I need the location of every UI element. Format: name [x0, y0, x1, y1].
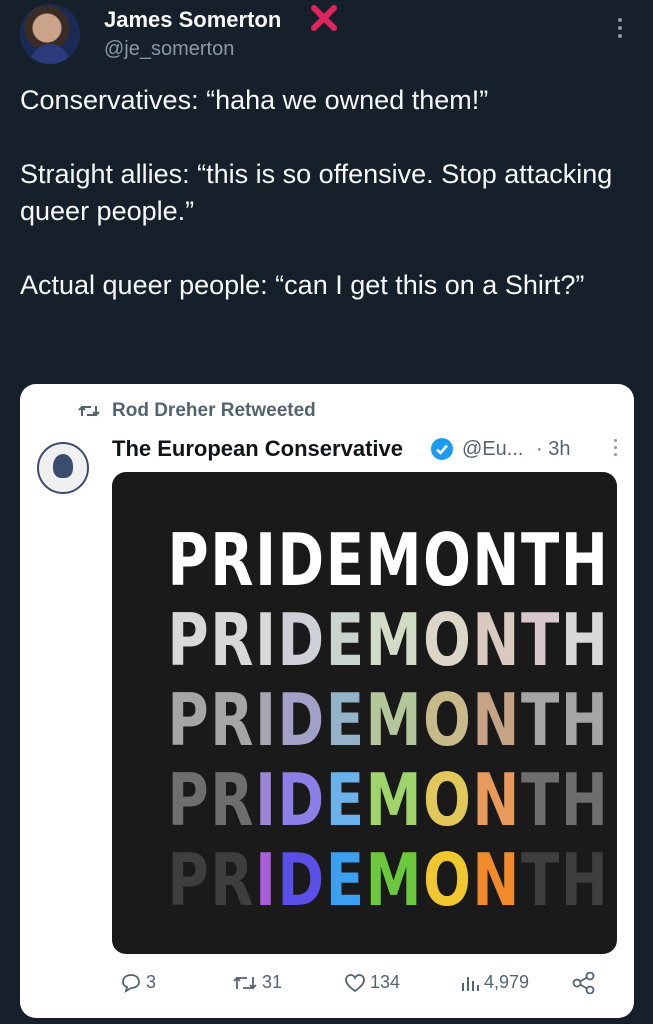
pridemonth-letter: I [255, 678, 278, 762]
quoted-author-avatar[interactable] [37, 442, 89, 494]
action-bar: 3 31 134 4,979 [20, 972, 634, 1000]
pridemonth-row-4: PRIDEMONTH [167, 758, 608, 842]
tweet-text: Conservatives: “haha we owned them!” Str… [20, 82, 630, 304]
pridemonth-letter: O [423, 518, 473, 602]
pridemonth-letter: N [472, 598, 521, 682]
share-button[interactable] [572, 972, 600, 994]
pridemonth-letter: H [560, 518, 610, 602]
pridemonth-letter: M [365, 518, 424, 602]
pridemonth-letter: T [520, 678, 561, 762]
pridemonth-letter: P [167, 598, 211, 682]
pridemonth-letter: M [365, 598, 424, 682]
share-icon [572, 972, 595, 994]
pridemonth-letter: I [255, 598, 278, 682]
pridemonth-letter: H [560, 598, 610, 682]
pridemonth-letter: E [325, 758, 366, 842]
pridemonth-letter: E [325, 598, 366, 682]
pridemonth-letter: N [472, 758, 521, 842]
reply-button[interactable]: 3 [120, 972, 156, 993]
pridemonth-letter: I [255, 758, 278, 842]
pridemonth-letter: R [210, 838, 256, 922]
pridemonth-letter: E [325, 838, 366, 922]
pridemonth-row-3: PRIDEMONTH [167, 678, 608, 762]
retweet-icon [78, 405, 100, 417]
pridemonth-letter: R [210, 518, 256, 602]
pridemonth-letter: H [560, 678, 610, 762]
reply-icon [122, 973, 140, 993]
tweet-line-2: Straight allies: “this is so offensive. … [20, 159, 613, 226]
quoted-more-icon[interactable] [612, 439, 618, 461]
cross-mark-icon [311, 5, 337, 31]
pridemonth-letter: R [210, 678, 256, 762]
pridemonth-row-1: PRIDEMONTH [167, 518, 608, 602]
pridemonth-letter: I [255, 518, 278, 602]
pridemonth-letter: H [560, 758, 610, 842]
like-count: 134 [370, 972, 401, 992]
retweeted-by-label[interactable]: Rod Dreher Retweeted [112, 400, 316, 422]
pridemonth-letter: P [167, 838, 211, 922]
pridemonth-letter: T [520, 518, 561, 602]
views-button[interactable]: 4,979 [460, 972, 529, 993]
retweet-action-icon [233, 976, 257, 989]
pridemonth-letter: O [423, 678, 473, 762]
author-name[interactable]: James Somerton [104, 7, 281, 33]
pridemonth-letter: I [255, 838, 278, 922]
quoted-tweet-card[interactable]: Rod Dreher Retweeted The European Conser… [20, 384, 634, 1018]
pridemonth-letter: R [210, 598, 256, 682]
pridemonth-letter: E [325, 518, 366, 602]
pridemonth-letter: D [277, 678, 326, 762]
pridemonth-letter: T [520, 598, 561, 682]
author-avatar[interactable] [20, 4, 80, 64]
pridemonth-letter: N [472, 678, 521, 762]
quoted-author-name[interactable]: The European Conservative [112, 436, 403, 462]
quoted-author-handle[interactable]: @Eu... [462, 438, 523, 461]
pridemonth-letter: D [277, 598, 326, 682]
pridemonth-letter: T [520, 758, 561, 842]
views-chart-icon [462, 976, 479, 991]
pridemonth-row-5: PRIDEMONTH [167, 838, 608, 922]
pridemonth-letter: T [520, 838, 561, 922]
pridemonth-row-2: PRIDEMONTH [167, 598, 608, 682]
retweet-count: 31 [262, 972, 283, 992]
pridemonth-letter: D [277, 518, 326, 602]
pridemonth-letter: N [472, 518, 521, 602]
pridemonth-letter: P [167, 518, 211, 602]
pridemonth-letter: E [325, 678, 366, 762]
like-button[interactable]: 134 [344, 972, 400, 993]
pridemonth-letter: M [365, 838, 424, 922]
reply-count: 3 [146, 972, 157, 992]
pridemonth-letter: N [472, 838, 521, 922]
views-count: 4,979 [484, 972, 530, 992]
pridemonth-letter: M [365, 678, 424, 762]
verified-badge-icon [431, 438, 453, 460]
pridemonth-letter: M [365, 758, 424, 842]
pridemonth-letter: P [167, 678, 211, 762]
pridemonth-letter: P [167, 758, 211, 842]
author-handle[interactable]: @je_somerton [104, 38, 234, 61]
heart-icon [345, 973, 365, 992]
pridemonth-image[interactable]: PRIDEMONTH PRIDEMONTH PRIDEMONTH PRIDEMONTH… [112, 472, 617, 954]
more-options-icon[interactable] [614, 18, 626, 44]
tweet-line-1: Conservatives: “haha we owned them!” [20, 85, 489, 115]
pridemonth-letter: O [423, 838, 473, 922]
pridemonth-letter: D [277, 838, 326, 922]
tweet-line-3: Actual queer people: “can I get this on … [20, 270, 585, 300]
pridemonth-letter: H [560, 838, 610, 922]
quoted-timestamp[interactable]: · 3h [536, 438, 570, 461]
pridemonth-letter: R [210, 758, 256, 842]
pridemonth-letter: D [277, 758, 326, 842]
pridemonth-letter: O [423, 758, 473, 842]
retweet-button[interactable]: 31 [232, 972, 282, 993]
pridemonth-letter: O [423, 598, 473, 682]
